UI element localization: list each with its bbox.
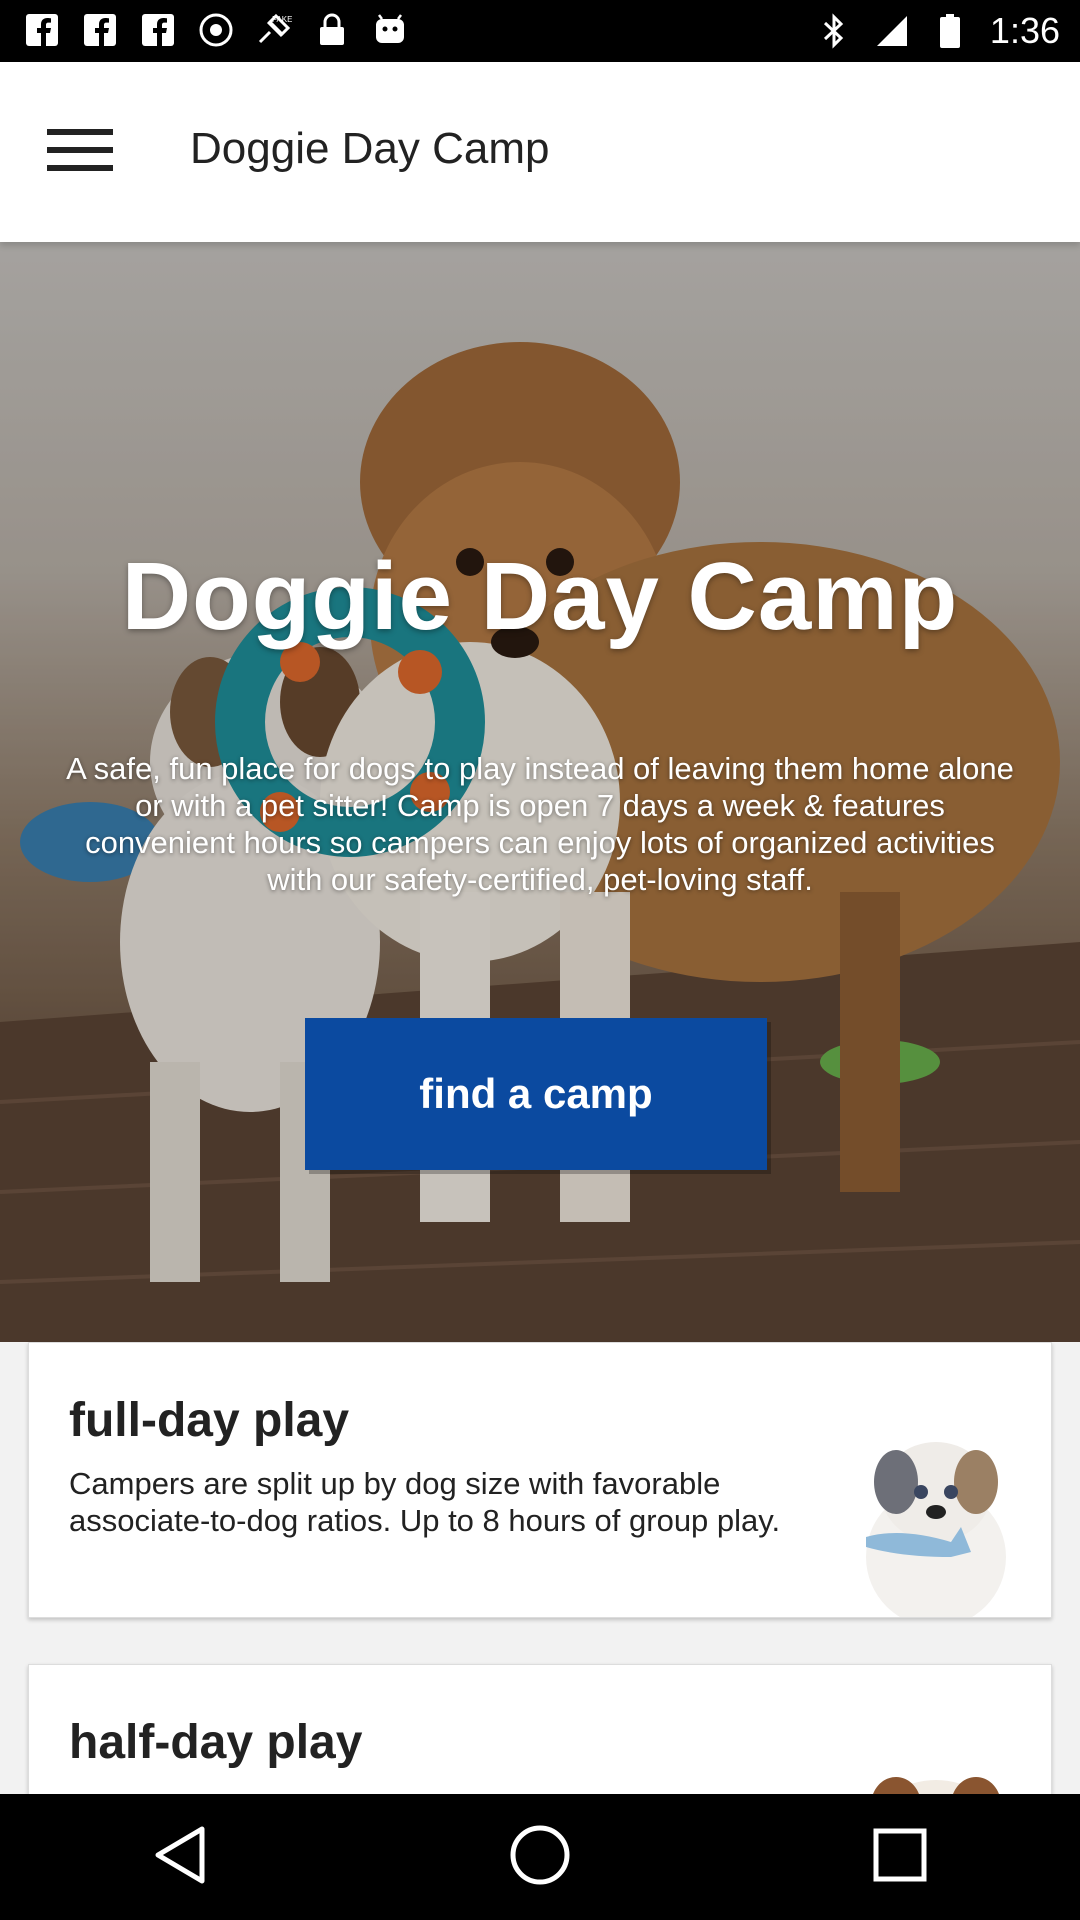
facebook-icon: [140, 12, 176, 48]
app-bar-title: Doggie Day Camp: [190, 124, 550, 173]
bluetooth-icon: [816, 13, 852, 49]
recents-icon: [872, 1827, 928, 1888]
find-a-camp-button[interactable]: find a camp: [305, 1018, 767, 1170]
hero-description: A safe, fun place for dogs to play inste…: [66, 751, 1014, 897]
app-bar: Doggie Day Camp: [0, 62, 1080, 242]
half-day-play-card[interactable]: half-day play: [28, 1664, 1052, 1794]
card-description: Campers are split up by dog size with fa…: [69, 1466, 781, 1538]
disc-icon: [198, 12, 234, 48]
status-icons-left: FAKE: [24, 12, 408, 48]
system-nav-bar: [0, 1794, 1080, 1920]
home-button[interactable]: [485, 1802, 595, 1912]
facebook-icon: [24, 12, 60, 48]
puppy-image: [873, 1777, 999, 1794]
card-title: half-day play: [69, 1716, 363, 1769]
full-day-play-card[interactable]: full-day play Campers are split up by do…: [28, 1342, 1052, 1618]
battery-icon: [932, 13, 968, 49]
hamburger-menu-icon: [47, 127, 113, 178]
puppy-with-toy-image: [866, 1442, 1006, 1617]
menu-button[interactable]: [40, 120, 120, 184]
status-icons-right: 1:36: [816, 10, 1060, 52]
lock-icon: [314, 12, 350, 48]
facebook-icon: [82, 12, 118, 48]
recents-button[interactable]: [845, 1802, 955, 1912]
status-bar: FAKE 1:36: [0, 0, 1080, 62]
svg-text:FAKE: FAKE: [272, 15, 292, 24]
status-time: 1:36: [989, 10, 1060, 51]
back-icon: [152, 1825, 208, 1890]
hero-section: Doggie Day Camp A safe, fun place for do…: [0, 242, 1080, 1342]
card-title: full-day play: [69, 1394, 350, 1447]
android-icon: [372, 12, 408, 48]
fake-gps-icon: FAKE: [256, 12, 292, 48]
main-content[interactable]: Doggie Day Camp A safe, fun place for do…: [0, 242, 1080, 1794]
home-icon: [508, 1823, 572, 1892]
signal-icon: [874, 13, 910, 49]
hero-title: Doggie Day Camp: [121, 543, 959, 650]
back-button[interactable]: [125, 1802, 235, 1912]
